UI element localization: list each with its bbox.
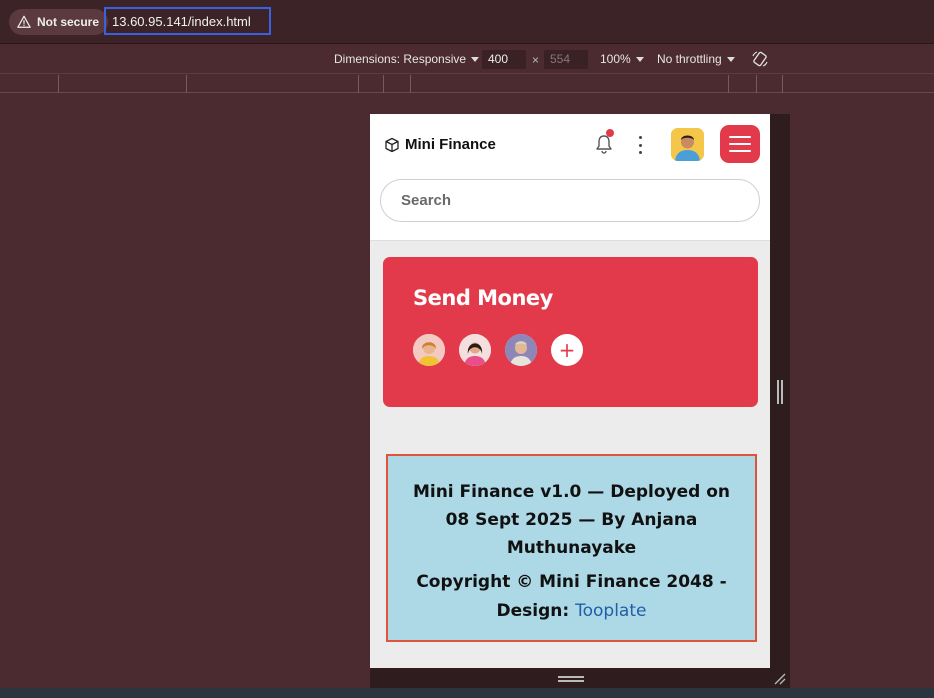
- taskbar: [0, 688, 934, 698]
- hamburger-menu-button[interactable]: [720, 125, 760, 163]
- cube-icon: [385, 137, 399, 152]
- address-bar: Not secure 13.60.95.141/index.html: [0, 0, 934, 44]
- send-money-title: Send Money: [413, 286, 553, 310]
- more-options-icon[interactable]: [637, 136, 643, 154]
- rotate-button[interactable]: [751, 50, 769, 68]
- contact-avatar[interactable]: [459, 334, 491, 366]
- add-contact-button[interactable]: +: [551, 334, 583, 366]
- brand-name: Mini Finance: [405, 136, 496, 153]
- dimension-separator: ×: [532, 53, 540, 67]
- zoom-dropdown[interactable]: 100%: [600, 52, 644, 66]
- chevron-down-icon: [471, 56, 480, 62]
- chevron-down-icon: [635, 56, 644, 62]
- ruler-tick: [383, 75, 384, 93]
- device-toolbar: Dimensions: Responsive 400 × 554 100% No…: [0, 45, 934, 74]
- height-input[interactable]: 554: [544, 50, 588, 69]
- corner-resize-icon[interactable]: [774, 673, 786, 685]
- site-footer: Mini Finance v1.0 — Deployed on 08 Sept …: [386, 454, 757, 642]
- ruler-tick: [728, 75, 729, 93]
- copyright-text: Copyright © Mini Finance 2048 - Design: …: [406, 568, 737, 626]
- right-resize-handle[interactable]: [770, 114, 790, 668]
- bottom-resize-handle[interactable]: [370, 668, 790, 688]
- ruler-tick: [358, 75, 359, 93]
- zoom-label: 100%: [600, 52, 631, 66]
- throttling-dropdown[interactable]: No throttling: [657, 52, 735, 66]
- dimensions-label: Dimensions: Responsive: [334, 52, 467, 66]
- device-viewport: Mini Finance Send Money: [370, 114, 770, 668]
- security-label: Not secure: [37, 15, 100, 29]
- contact-avatar[interactable]: [413, 334, 445, 366]
- ruler-tick: [58, 75, 59, 93]
- ruler-tick: [756, 75, 757, 93]
- copyright-label: Copyright © Mini Finance 2048 - Design:: [416, 572, 727, 621]
- throttling-label: No throttling: [657, 52, 722, 66]
- brand-logo[interactable]: Mini Finance: [384, 136, 496, 153]
- notification-dot: [606, 129, 614, 137]
- rotate-icon: [752, 51, 768, 67]
- width-input[interactable]: 400: [482, 50, 526, 69]
- dimensions-dropdown[interactable]: Dimensions: Responsive: [334, 52, 480, 66]
- ruler-tick: [782, 75, 783, 93]
- search-input[interactable]: [380, 179, 760, 222]
- user-avatar-image: [671, 128, 704, 161]
- chevron-down-icon: [726, 56, 735, 62]
- site-header: Mini Finance: [370, 114, 770, 241]
- media-query-ruler[interactable]: [0, 75, 934, 93]
- contact-avatar[interactable]: [505, 334, 537, 366]
- url-field[interactable]: 13.60.95.141/index.html: [104, 7, 271, 35]
- design-credit-link[interactable]: Tooplate: [575, 601, 646, 621]
- warning-icon: [17, 15, 31, 28]
- security-indicator[interactable]: Not secure: [9, 9, 109, 35]
- send-money-card: Send Money +: [383, 257, 758, 407]
- ruler-tick: [186, 75, 187, 93]
- deployment-info: Mini Finance v1.0 — Deployed on 08 Sept …: [412, 482, 731, 558]
- grip-icon: [777, 380, 783, 404]
- grip-icon: [558, 676, 584, 682]
- ruler-tick: [410, 75, 411, 93]
- user-avatar[interactable]: [671, 128, 704, 161]
- bell-icon[interactable]: [595, 134, 613, 154]
